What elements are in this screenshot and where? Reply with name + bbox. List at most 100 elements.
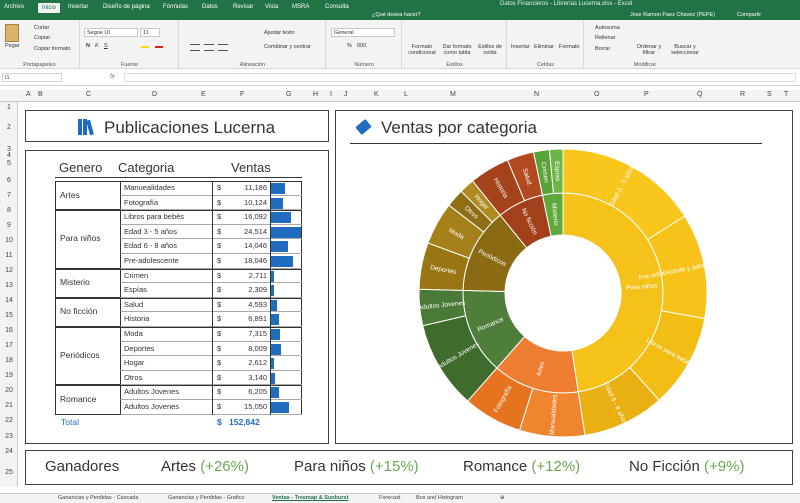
tab-7[interactable]: Vista — [265, 4, 278, 10]
cut-button[interactable]: Cortar — [34, 25, 49, 31]
row-header-19[interactable]: 19 — [0, 372, 18, 379]
format-cells-button[interactable]: Formato — [559, 44, 579, 50]
worksheet[interactable]: Publicaciones Lucerna Genero Categoria V… — [18, 102, 800, 487]
align-left-icon[interactable] — [190, 44, 200, 51]
number-format-select[interactable]: General — [331, 28, 395, 37]
align-center-icon[interactable] — [204, 44, 214, 51]
row-header-2[interactable]: 2 — [0, 124, 18, 131]
tab-8[interactable]: MSRA — [292, 4, 309, 10]
share-button[interactable]: Compartir — [737, 12, 761, 18]
sales-cell: 3,140 — [248, 372, 267, 382]
col-header-P[interactable]: P — [644, 91, 649, 98]
tab-6[interactable]: Revisar — [233, 4, 253, 10]
tab-2[interactable]: Insertar — [68, 4, 88, 10]
format-painter-button[interactable]: Copiar formato — [34, 46, 70, 52]
align-right-icon[interactable] — [218, 44, 228, 51]
sort-filter-button[interactable]: Ordenar y filtrar — [635, 44, 663, 56]
row-header-23[interactable]: 23 — [0, 433, 18, 440]
find-select-button[interactable]: Buscar y seleccionar — [667, 44, 703, 56]
function-icon[interactable]: fx — [110, 74, 115, 80]
col-header-T[interactable]: T — [784, 91, 788, 98]
row-header-10[interactable]: 10 — [0, 237, 18, 244]
row-header-4[interactable]: 4 — [0, 152, 18, 159]
col-header-L[interactable]: L — [404, 91, 408, 98]
tab-0[interactable]: Archivo — [4, 4, 24, 10]
row-header-15[interactable]: 15 — [0, 312, 18, 319]
col-header-F[interactable]: F — [240, 91, 244, 98]
col-header-H[interactable]: H — [313, 91, 318, 98]
row-header-14[interactable]: 14 — [0, 297, 18, 304]
row-header-11[interactable]: 11 — [0, 252, 18, 259]
col-header-D[interactable]: D — [152, 91, 157, 98]
sheet-tab-2[interactable]: Ventas - Treemap & Sunburst — [272, 495, 348, 501]
paste-icon[interactable] — [5, 24, 19, 42]
col-header-C[interactable]: C — [86, 91, 91, 98]
col-header-I[interactable]: I — [330, 91, 332, 98]
row-header-22[interactable]: 22 — [0, 417, 18, 424]
font-name-select[interactable]: Segoe UI — [84, 28, 138, 37]
row-header-17[interactable]: 17 — [0, 342, 18, 349]
col-header-A[interactable]: A — [26, 91, 31, 98]
formula-input[interactable] — [124, 73, 796, 82]
row-header-24[interactable]: 24 — [0, 448, 18, 455]
row-header-6[interactable]: 6 — [0, 177, 18, 184]
sheet-tab-3[interactable]: Forecast — [379, 495, 400, 501]
col-header-G[interactable]: G — [286, 91, 291, 98]
merge-center-button[interactable]: Combinar y centrar — [264, 44, 311, 50]
sheet-tab-1[interactable]: Ganancias y Perdidas - Grafico — [168, 495, 244, 501]
col-header-J[interactable]: J — [344, 91, 348, 98]
tab-9[interactable]: Consulta — [325, 4, 349, 10]
sheet-tab-4[interactable]: Box and Histogram — [416, 495, 463, 501]
format-table-button[interactable]: Dar formato como tabla — [440, 44, 474, 56]
delete-cells-button[interactable]: Eliminar — [534, 44, 554, 50]
row-header-20[interactable]: 20 — [0, 387, 18, 394]
fill-color-icon[interactable] — [141, 46, 149, 48]
col-header-K[interactable]: K — [374, 91, 379, 98]
tell-me-box[interactable]: ¿Qué desea hacer? — [372, 12, 421, 18]
row-header-18[interactable]: 18 — [0, 357, 18, 364]
copy-button[interactable]: Copiar — [34, 35, 50, 41]
row-header-25[interactable]: 25 — [0, 469, 18, 476]
row-header-13[interactable]: 13 — [0, 282, 18, 289]
cell-styles-button[interactable]: Estilos de celda — [476, 44, 504, 56]
col-header-E[interactable]: E — [201, 91, 206, 98]
user-name[interactable]: Jose Ramon Paez Chavez (PEPE) — [630, 12, 715, 18]
font-size-select[interactable]: 11 — [140, 28, 160, 37]
percent-button[interactable]: % — [347, 43, 352, 49]
row-header-5[interactable]: 5 — [0, 160, 18, 167]
tab-5[interactable]: Datos — [202, 4, 218, 10]
col-header-N[interactable]: N — [534, 91, 539, 98]
font-color-icon[interactable] — [155, 46, 163, 48]
wrap-text-button[interactable]: Ajustar texto — [264, 30, 295, 36]
underline-button[interactable]: S — [104, 43, 108, 49]
col-header-B[interactable]: B — [38, 91, 43, 98]
paste-button[interactable]: Pegar — [5, 43, 20, 49]
col-header-O[interactable]: O — [594, 91, 599, 98]
fill-button[interactable]: Rellenar — [595, 35, 615, 41]
row-header-8[interactable]: 8 — [0, 207, 18, 214]
clear-button[interactable]: Borrar — [595, 46, 610, 52]
col-header-Q[interactable]: Q — [697, 91, 702, 98]
sunburst-chart[interactable]: Para niñosArtesRomancePeriódicosNo ficci… — [418, 148, 708, 438]
thousands-button[interactable]: 000 — [357, 43, 366, 49]
italic-button[interactable]: K — [95, 43, 99, 49]
tab-1[interactable]: Inicio — [38, 3, 61, 13]
bold-button[interactable]: N — [86, 43, 90, 49]
autosum-button[interactable]: Autosuma — [595, 25, 620, 31]
conditional-format-button[interactable]: Formato condicional — [406, 44, 438, 56]
row-header-9[interactable]: 9 — [0, 222, 18, 229]
col-header-R[interactable]: R — [740, 91, 745, 98]
insert-cells-button[interactable]: Insertar — [511, 44, 530, 50]
add-sheet-icon[interactable]: ⊕ — [500, 495, 505, 501]
name-box[interactable]: I1 — [2, 73, 62, 82]
row-header-7[interactable]: 7 — [0, 192, 18, 199]
row-header-1[interactable]: 1 — [0, 104, 18, 111]
row-header-21[interactable]: 21 — [0, 402, 18, 409]
tab-4[interactable]: Fórmulas — [163, 4, 188, 10]
col-header-M[interactable]: M — [450, 91, 456, 98]
col-header-S[interactable]: S — [767, 91, 772, 98]
sheet-tab-0[interactable]: Ganancias y Perdidas - Cascada — [58, 495, 138, 501]
row-header-12[interactable]: 12 — [0, 267, 18, 274]
row-header-16[interactable]: 16 — [0, 327, 18, 334]
tab-3[interactable]: Diseño de página — [103, 4, 150, 10]
